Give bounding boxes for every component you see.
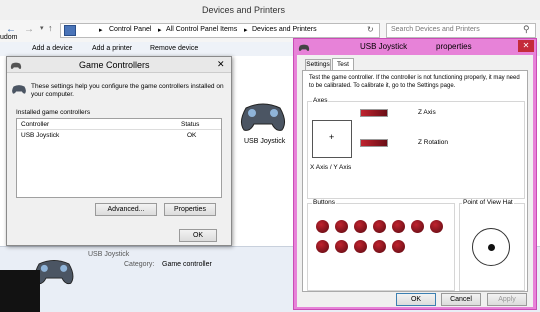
- gc-window-icon: [10, 62, 22, 69]
- gamepad-icon: [240, 103, 286, 131]
- breadcrumb-devices[interactable]: Devices and Printers: [252, 26, 317, 33]
- devices-titlebar: Devices and Printers: [0, 0, 540, 20]
- props-title-right: properties: [436, 42, 472, 51]
- breadcrumb-sep-icon: ▸: [99, 27, 103, 34]
- forward-arrow-icon[interactable]: →: [24, 24, 34, 35]
- properties-button[interactable]: Properties: [164, 203, 216, 216]
- xy-axis-label: X Axis / Y Axis: [310, 164, 352, 171]
- z-rotation-label: Z Rotation: [418, 139, 448, 146]
- axes-group: Axes + X Axis / Y Axis Z Axis Z Rotation: [307, 97, 525, 199]
- gc-row-controller: USB Joystick: [21, 132, 60, 139]
- details-device-name: USB Joystick: [88, 251, 130, 258]
- breadcrumb-control-panel[interactable]: Control Panel: [109, 26, 151, 33]
- tab-settings-label: Settings: [306, 61, 330, 68]
- props-title-left: USB Joystick: [360, 42, 408, 51]
- refresh-icon[interactable]: ↻: [367, 25, 374, 34]
- test-panel: Test the game controller. If the control…: [302, 70, 528, 292]
- joystick-button-indicator: [430, 220, 443, 233]
- tab-test-label: Test: [337, 61, 349, 68]
- gc-description: These settings help you configure the ga…: [31, 83, 224, 98]
- z-rotation-fill: [361, 140, 387, 146]
- gc-header-gamepad-icon: [12, 85, 26, 94]
- breadcrumb-sep-icon: ▸: [244, 27, 248, 34]
- joystick-button-indicator: [335, 240, 348, 253]
- joystick-button-indicator: [335, 220, 348, 233]
- details-category-value: Game controller: [162, 261, 212, 268]
- properties-dialog: USB Joystick properties ✕ Settings Test …: [293, 38, 537, 310]
- z-axis-bar: [360, 109, 388, 117]
- props-ok-button[interactable]: OK: [396, 293, 436, 306]
- add-device-button[interactable]: Add a device: [32, 45, 72, 52]
- joystick-button-indicator: [316, 240, 329, 253]
- gc-list-label: Installed game controllers: [16, 109, 91, 116]
- advanced-button[interactable]: Advanced...: [95, 203, 157, 216]
- pov-group: Point of View Hat: [459, 199, 525, 291]
- dropdown-chevron-icon[interactable]: ▾: [40, 24, 44, 32]
- remove-device-button[interactable]: Remove device: [150, 45, 198, 52]
- add-printer-button[interactable]: Add a printer: [92, 45, 132, 52]
- z-axis-label: Z Axis: [418, 109, 436, 116]
- pov-hat-indicator: [472, 228, 510, 266]
- search-icon[interactable]: ⚲: [523, 24, 530, 35]
- tab-settings[interactable]: Settings: [305, 59, 331, 70]
- pov-center-dot: [488, 244, 495, 251]
- game-controllers-dialog: Game Controllers ✕ These settings help y…: [6, 56, 232, 246]
- search-input[interactable]: Search Devices and Printers: [391, 26, 480, 33]
- joystick-button-indicator: [392, 220, 405, 233]
- breadcrumb[interactable]: ▸ Control Panel ▸ All Control Panel Item…: [60, 23, 380, 38]
- joystick-photo: [0, 270, 40, 312]
- crosshair-icon: +: [329, 132, 335, 142]
- axes-group-label: Axes: [312, 97, 329, 104]
- joystick-button-indicator: [354, 220, 367, 233]
- props-window-icon: [298, 44, 310, 51]
- z-axis-fill: [361, 110, 387, 116]
- props-body: Settings Test Test the game controller. …: [297, 55, 533, 307]
- props-apply-button[interactable]: Apply: [487, 293, 527, 306]
- usb-joystick-device[interactable]: USB Joystick: [232, 98, 294, 150]
- device-label: USB Joystick: [244, 138, 286, 145]
- props-close-button[interactable]: ✕: [518, 40, 534, 52]
- search-box[interactable]: Search Devices and Printers ⚲: [386, 23, 536, 38]
- props-cancel-button[interactable]: Cancel: [441, 293, 481, 306]
- joystick-button-indicator: [354, 240, 367, 253]
- devices-window-title: Devices and Printers: [202, 5, 286, 15]
- pov-group-label: Point of View Hat: [462, 199, 514, 206]
- breadcrumb-sep-icon: ▸: [158, 27, 162, 34]
- gc-ok-button[interactable]: OK: [179, 229, 217, 242]
- test-instructions: Test the game controller. If the control…: [309, 75, 520, 89]
- details-category-label: Category:: [124, 261, 155, 268]
- joystick-button-indicator: [373, 240, 386, 253]
- left-edge-text: udom: [0, 34, 18, 41]
- joystick-button-indicator: [373, 220, 386, 233]
- joystick-button-indicator: [316, 220, 329, 233]
- button-indicators: [312, 218, 452, 258]
- gc-col-status[interactable]: Status: [181, 121, 199, 128]
- table-row[interactable]: USB Joystick OK: [17, 131, 221, 141]
- gc-title: Game Controllers: [79, 60, 150, 70]
- joystick-button-indicator: [392, 240, 405, 253]
- buttons-group-label: Buttons: [312, 199, 337, 206]
- gc-controller-list[interactable]: Controller Status USB Joystick OK: [16, 118, 222, 198]
- breadcrumb-all-items[interactable]: All Control Panel Items: [166, 26, 237, 33]
- control-panel-icon: [64, 25, 76, 36]
- joystick-button-indicator: [411, 220, 424, 233]
- gc-row-status: OK: [187, 132, 197, 139]
- up-arrow-icon[interactable]: ↑: [48, 23, 53, 33]
- z-rotation-bar: [360, 139, 388, 147]
- xy-axis-box: +: [312, 120, 352, 158]
- gc-titlebar: Game Controllers ✕: [7, 57, 231, 73]
- gc-close-icon[interactable]: ✕: [217, 59, 225, 70]
- props-titlebar: USB Joystick properties ✕: [294, 39, 536, 55]
- close-icon: ✕: [522, 41, 530, 50]
- buttons-group: Buttons: [307, 199, 455, 291]
- gc-list-header: Controller Status: [17, 119, 221, 130]
- gc-col-controller[interactable]: Controller: [21, 121, 49, 128]
